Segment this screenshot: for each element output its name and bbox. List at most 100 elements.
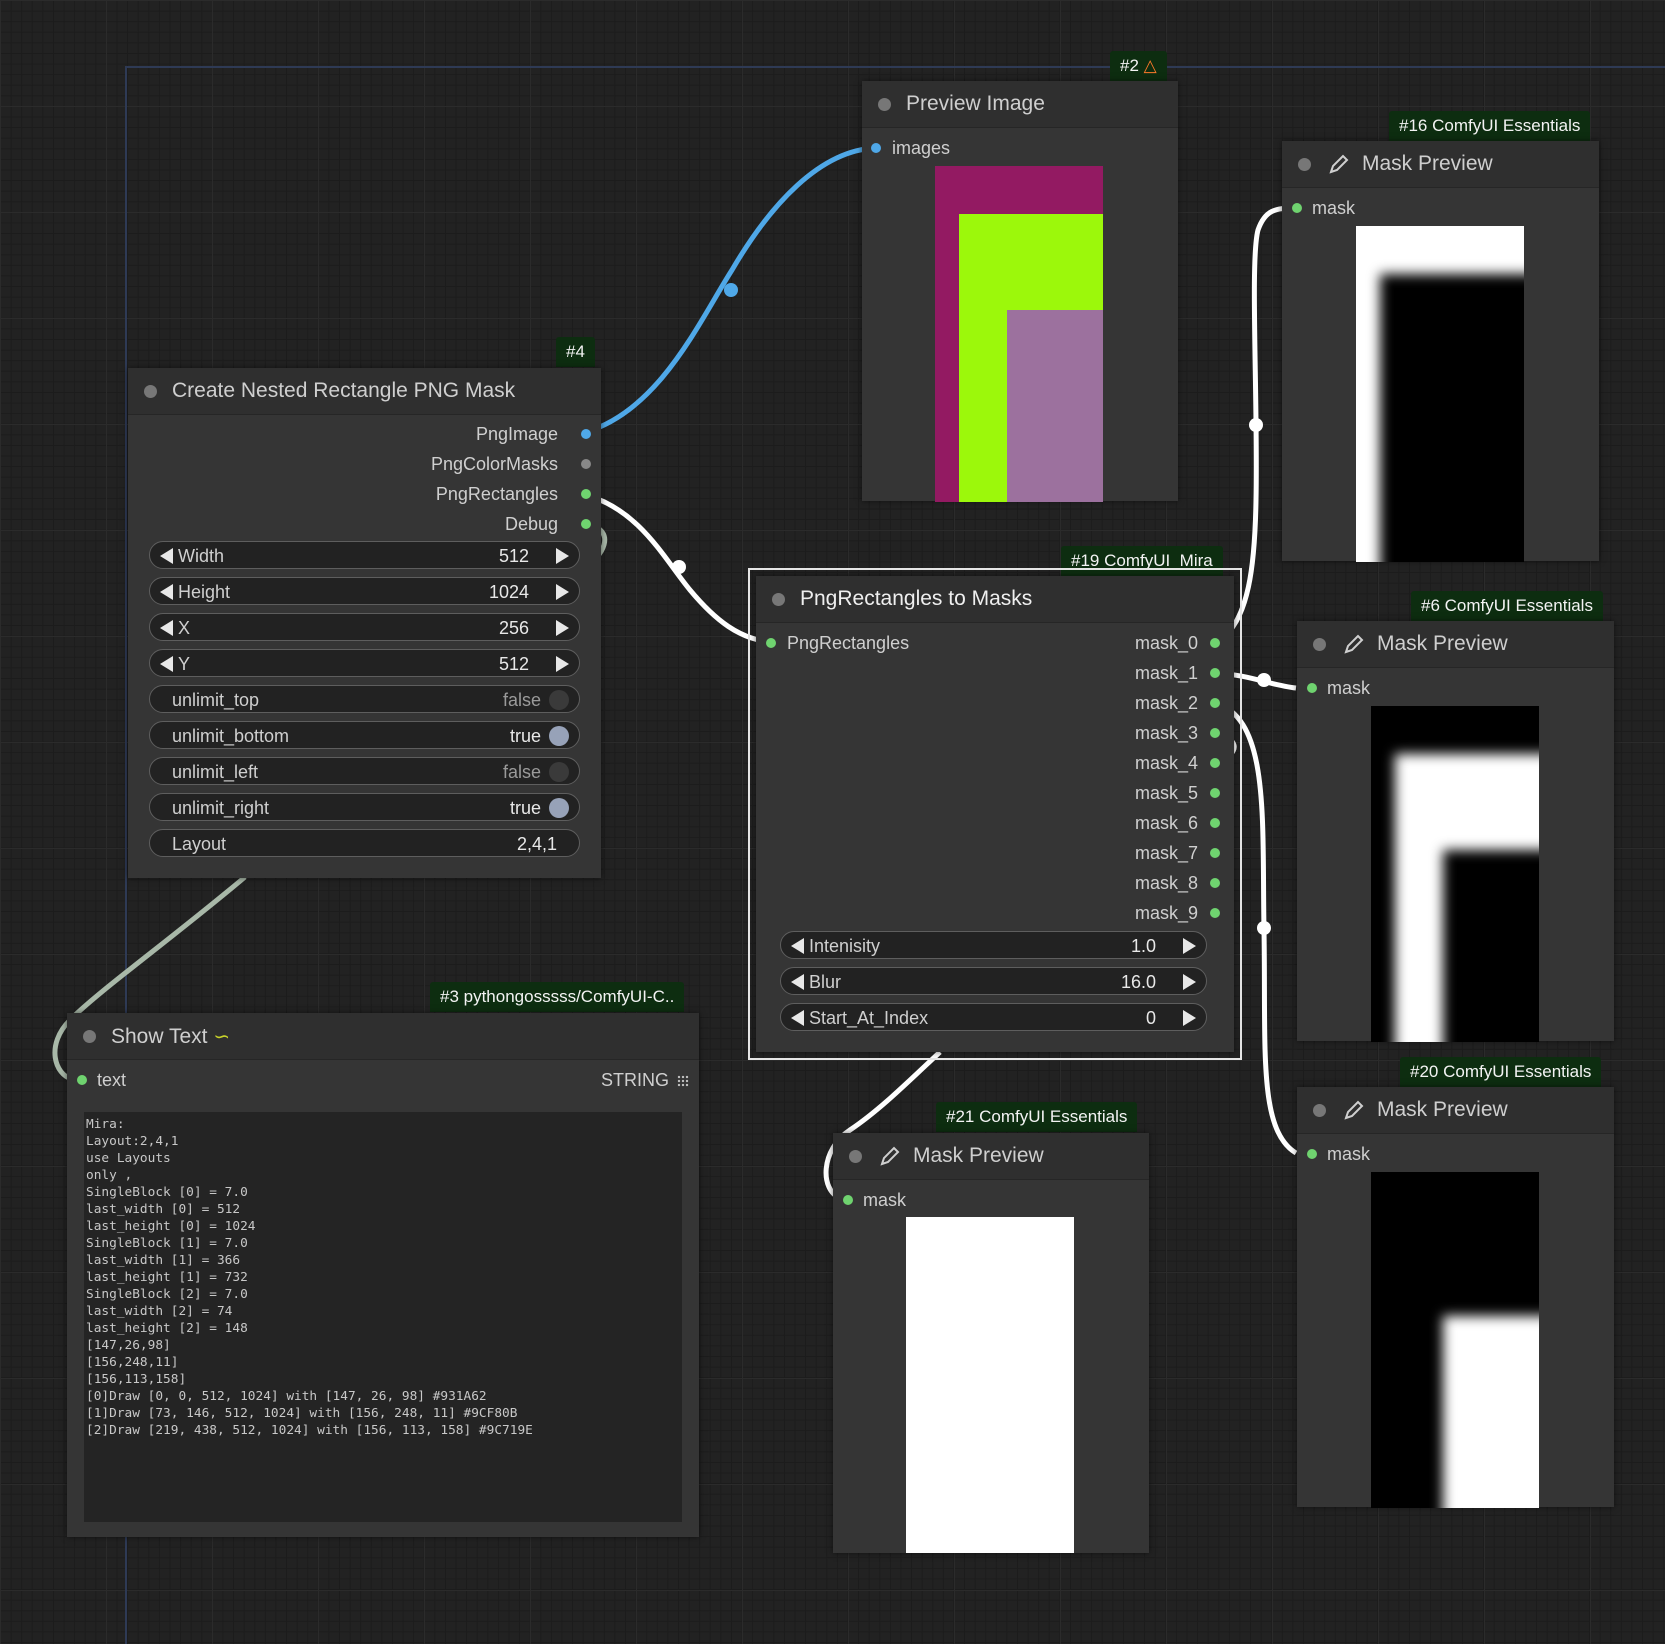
intensity-number-widget[interactable]: Intenisity 1.0 — [780, 931, 1207, 959]
png-rectangles-to-masks-node[interactable]: PngRectangles to Masks PngRectangles mas… — [756, 576, 1234, 1052]
output-slot-dot[interactable] — [1210, 758, 1220, 768]
node-header[interactable]: Mask Preview — [1297, 1087, 1614, 1134]
node-id-badge: #3 pythongosssss/ComfyUI-C.. — [430, 982, 685, 1012]
node-title: Mask Preview — [913, 1144, 1044, 1167]
increment-arrow-icon[interactable] — [1183, 1010, 1196, 1026]
node-header[interactable]: Preview Image — [862, 81, 1178, 128]
output-slot-dot[interactable] — [581, 429, 591, 439]
create-nested-rectangle-node[interactable]: Create Nested Rectangle PNG Mask PngImag… — [128, 368, 601, 878]
link-pngrectangles-to-input — [585, 492, 773, 645]
output-slot-dot[interactable] — [1210, 638, 1220, 648]
unlimit-top-toggle[interactable]: unlimit_top false — [149, 685, 580, 713]
output-slot-dot[interactable] — [1210, 878, 1220, 888]
collapse-dot[interactable] — [849, 1150, 862, 1163]
preview-image-output[interactable] — [935, 166, 1103, 502]
toggle-knob[interactable] — [549, 798, 569, 818]
layout-text-widget[interactable]: Layout 2,4,1 — [149, 829, 580, 857]
node-title: Create Nested Rectangle PNG Mask — [172, 379, 516, 402]
input-slot-dot[interactable] — [1292, 203, 1302, 213]
mask-preview-image[interactable] — [1371, 706, 1539, 1042]
collapse-dot[interactable] — [83, 1030, 96, 1043]
decrement-arrow-icon[interactable] — [160, 620, 173, 636]
node-header[interactable]: Create Nested Rectangle PNG Mask — [128, 368, 601, 415]
decrement-arrow-icon[interactable] — [791, 974, 804, 990]
node-title: Preview Image — [906, 92, 1045, 115]
show-text-node[interactable]: Show Text ∽ text STRING Mira: Layout:2,4… — [67, 1013, 699, 1537]
input-slot-dot[interactable] — [843, 1195, 853, 1205]
output-slot-dot[interactable] — [581, 489, 591, 499]
increment-arrow-icon[interactable] — [1183, 938, 1196, 954]
output-slot-dot[interactable] — [1210, 848, 1220, 858]
width-number-widget[interactable]: Width 512 — [149, 541, 580, 569]
node-header[interactable]: Mask Preview — [1297, 621, 1614, 668]
increment-arrow-icon[interactable] — [556, 656, 569, 672]
input-slot-dot[interactable] — [1307, 683, 1317, 693]
input-slot-label: mask — [1327, 1144, 1371, 1164]
output-slot-dot[interactable] — [1210, 788, 1220, 798]
input-slot-dot[interactable] — [1307, 1149, 1317, 1159]
output-slot-label: mask_3 — [1134, 723, 1198, 743]
node-title: Show Text ∽ — [111, 1025, 231, 1048]
decrement-arrow-icon[interactable] — [160, 548, 173, 564]
toggle-knob[interactable] — [549, 762, 569, 782]
input-slot-dot[interactable] — [77, 1075, 87, 1085]
output-slot-dot[interactable] — [1210, 668, 1220, 678]
collapse-dot[interactable] — [1298, 158, 1311, 171]
node-header[interactable]: Mask Preview — [1282, 141, 1599, 188]
input-slot-dot[interactable] — [766, 638, 776, 648]
output-slot-dot[interactable] — [1210, 818, 1220, 828]
mask-preview-image[interactable] — [906, 1217, 1074, 1553]
x-number-widget[interactable]: X 256 — [149, 613, 580, 641]
collapse-dot[interactable] — [878, 98, 891, 111]
toggle-knob[interactable] — [549, 690, 569, 710]
node-header[interactable]: Mask Preview — [833, 1133, 1149, 1180]
output-slot-dot[interactable] — [581, 519, 591, 529]
node-id-badge: #16 ComfyUI Essentials — [1389, 111, 1591, 141]
input-slot-label: mask — [1312, 198, 1356, 218]
toggle-knob[interactable] — [549, 726, 569, 746]
unlimit-right-toggle[interactable]: unlimit_right true — [149, 793, 580, 821]
collapse-dot[interactable] — [772, 593, 785, 606]
unlimit-left-toggle[interactable]: unlimit_left false — [149, 757, 580, 785]
output-slot-dot[interactable] — [1210, 728, 1220, 738]
pencil-icon — [1329, 154, 1349, 174]
unlimit-bottom-toggle[interactable]: unlimit_bottom true — [149, 721, 580, 749]
output-slot-label: mask_8 — [1134, 873, 1198, 893]
node-header[interactable]: Show Text ∽ — [67, 1013, 699, 1060]
decrement-arrow-icon[interactable] — [791, 938, 804, 954]
output-slot-dot[interactable] — [1210, 698, 1220, 708]
output-slot-dot[interactable] — [1210, 908, 1220, 918]
mask-preview-image[interactable] — [1356, 226, 1524, 562]
node-id-badge: #2 △ — [1110, 51, 1167, 81]
mask-preview-20-node[interactable]: Mask Preview mask — [1297, 1087, 1614, 1508]
output-text-area[interactable]: Mira: Layout:2,4,1 use Layouts only , Si… — [84, 1112, 682, 1522]
increment-arrow-icon[interactable] — [1183, 974, 1196, 990]
node-graph-canvas[interactable]: #2 △ Preview Image images #4 Create Nest… — [0, 0, 1665, 1644]
blur-number-widget[interactable]: Blur 16.0 — [780, 967, 1207, 995]
increment-arrow-icon[interactable] — [556, 584, 569, 600]
decrement-arrow-icon[interactable] — [160, 584, 173, 600]
mask-preview-21-node[interactable]: Mask Preview mask — [833, 1133, 1149, 1553]
collapse-dot[interactable] — [1313, 638, 1326, 651]
mask-preview-16-node[interactable]: Mask Preview mask — [1282, 141, 1599, 562]
collapse-dot[interactable] — [144, 385, 157, 398]
pencil-icon — [1344, 634, 1364, 654]
grid-icon — [677, 1075, 689, 1087]
y-number-widget[interactable]: Y 512 — [149, 649, 580, 677]
increment-arrow-icon[interactable] — [556, 620, 569, 636]
collapse-dot[interactable] — [1313, 1104, 1326, 1117]
input-slot-dot[interactable] — [871, 143, 881, 153]
start-at-index-number-widget[interactable]: Start_At_Index 0 — [780, 1003, 1207, 1031]
mask-preview-image[interactable] — [1371, 1172, 1539, 1508]
input-slot-label: mask — [1327, 678, 1371, 698]
input-slot-label: mask — [863, 1190, 907, 1210]
height-number-widget[interactable]: Height 1024 — [149, 577, 580, 605]
preview-image-node[interactable]: Preview Image images — [862, 81, 1178, 502]
decrement-arrow-icon[interactable] — [160, 656, 173, 672]
increment-arrow-icon[interactable] — [556, 548, 569, 564]
decrement-arrow-icon[interactable] — [791, 1010, 804, 1026]
node-title: Mask Preview — [1377, 632, 1508, 655]
node-header[interactable]: PngRectangles to Masks — [756, 576, 1234, 623]
output-slot-dot[interactable] — [581, 459, 591, 469]
mask-preview-6-node[interactable]: Mask Preview mask — [1297, 621, 1614, 1042]
